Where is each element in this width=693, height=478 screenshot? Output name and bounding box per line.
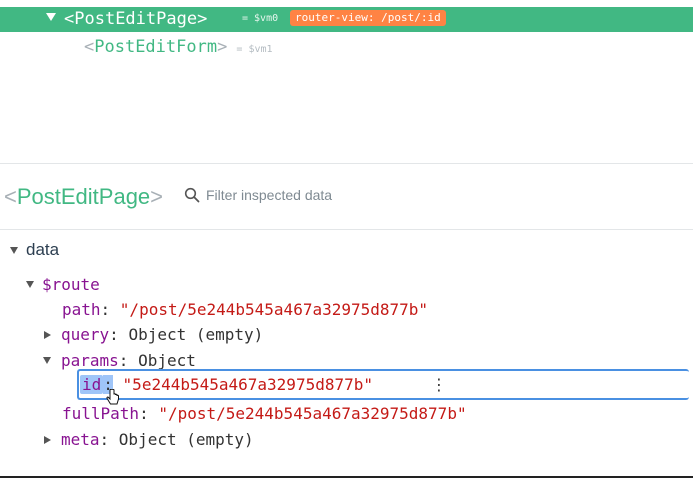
expand-arrow-icon[interactable] xyxy=(44,435,51,444)
id-value[interactable]: "5e244b545a467a32975d877b" xyxy=(123,375,373,394)
filter-input[interactable] xyxy=(206,184,506,206)
data-section-label: data xyxy=(26,240,60,259)
params-value: Object xyxy=(138,351,196,370)
inspector-title: <PostEditPage> xyxy=(4,184,164,209)
path-value: "/post/5e244b545a467a32975d877b" xyxy=(119,300,429,319)
expand-arrow-icon[interactable] xyxy=(46,13,56,21)
expand-arrow-icon[interactable] xyxy=(44,330,51,339)
tree-row-posteditform[interactable]: <PostEditForm> = $vm1 xyxy=(84,37,273,57)
id-row-selected[interactable]: id: "5e244b545a467a32975d877b" ⋮ xyxy=(77,369,689,400)
inspector-header: <PostEditPage> xyxy=(0,163,693,230)
params-row[interactable]: params: Object xyxy=(43,351,196,370)
collapse-arrow-icon[interactable] xyxy=(43,357,51,364)
meta-row[interactable]: meta: Object (empty) xyxy=(44,430,254,449)
fullpath-key: fullPath xyxy=(62,404,140,423)
data-section-header[interactable]: data xyxy=(10,240,59,260)
collapse-arrow-icon[interactable] xyxy=(10,246,18,254)
meta-value: Object (empty) xyxy=(118,430,254,449)
path-key: path xyxy=(62,300,101,319)
component-name-child: PostEditForm xyxy=(94,37,218,57)
route-key: $route xyxy=(42,275,100,294)
more-options-icon[interactable]: ⋮ xyxy=(431,375,447,394)
search-icon xyxy=(184,187,200,203)
meta-key: meta xyxy=(61,430,100,449)
router-view-badge: router-view: /post/:id xyxy=(290,10,446,26)
fullpath-row[interactable]: fullPath: "/post/5e244b545a467a32975d877… xyxy=(62,404,467,423)
query-row[interactable]: query: Object (empty) xyxy=(44,325,263,344)
collapse-arrow-icon[interactable] xyxy=(26,281,34,288)
id-key[interactable]: id xyxy=(80,375,104,394)
route-row[interactable]: $route xyxy=(26,275,100,294)
query-value: Object (empty) xyxy=(128,325,264,344)
component-tree: <PostEditPage> = $vm0 router-view: /post… xyxy=(0,0,693,162)
vm-ref-child: = $vm1 xyxy=(236,44,273,55)
component-name-selected: <PostEditPage> xyxy=(64,9,208,29)
params-key: params xyxy=(61,351,119,370)
component-name-text: PostEditPage xyxy=(74,9,198,29)
path-row[interactable]: path: "/post/5e244b545a467a32975d877b" xyxy=(62,300,428,319)
fullpath-value: "/post/5e244b545a467a32975d877b" xyxy=(158,404,467,423)
inspector-title-text: PostEditPage xyxy=(16,184,151,209)
query-key: query xyxy=(61,325,110,344)
vm-ref-selected: = $vm0 xyxy=(242,13,279,24)
